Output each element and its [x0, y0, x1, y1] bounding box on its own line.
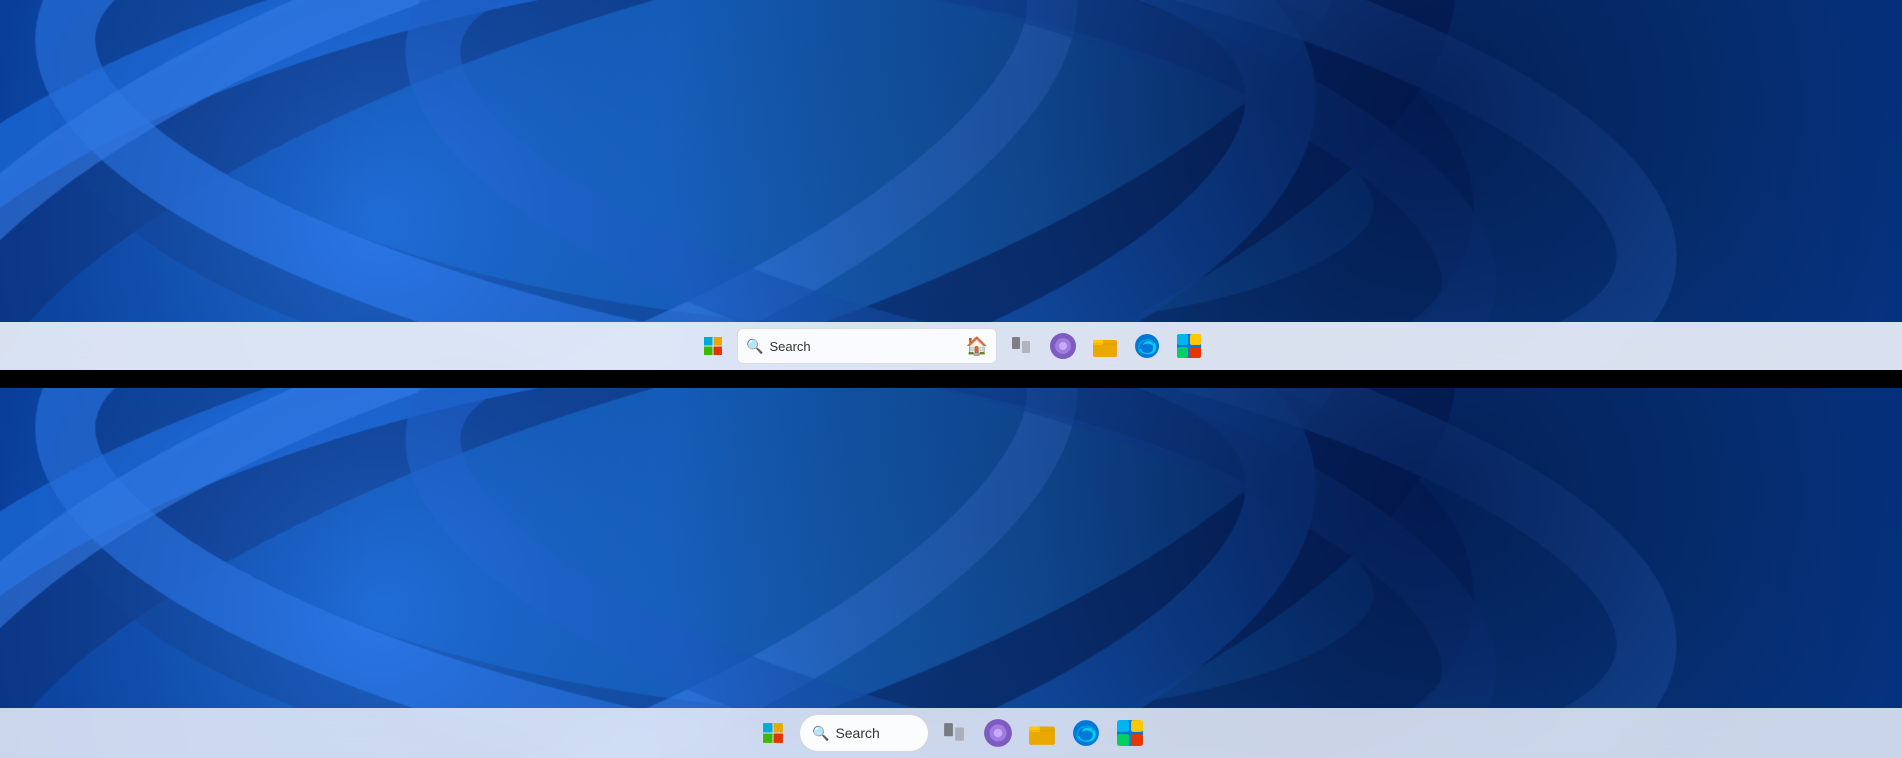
edge-svg-top: [1134, 333, 1160, 359]
taskbar-bottom: 🔍 Search: [0, 708, 1902, 758]
windows-logo-bottom-icon: [762, 722, 784, 744]
ms-store-svg-top: [1176, 333, 1202, 359]
search-bar-bottom[interactable]: 🔍 Search: [799, 714, 929, 752]
search-label-bottom: Search: [835, 725, 879, 741]
task-view-icon-top[interactable]: [1003, 328, 1039, 364]
task-view-icon-bottom[interactable]: [935, 714, 973, 752]
search-icon-top: 🔍: [746, 338, 763, 355]
search-label-top: Search: [769, 339, 959, 354]
bottom-screen: 🔍 Search: [0, 388, 1902, 758]
taskbar-top: 🔍 Search 🏠: [0, 322, 1902, 370]
webex-icon-bottom[interactable]: [979, 714, 1017, 752]
webex-svg-bottom: [983, 718, 1013, 748]
webex-svg-top: [1049, 332, 1077, 360]
wallpaper-top: [0, 0, 1902, 370]
windows-logo-icon: [703, 336, 723, 356]
task-view-svg-bottom: [943, 722, 965, 744]
start-button-bottom[interactable]: [753, 713, 793, 753]
search-icon-bottom: 🔍: [812, 725, 829, 742]
top-screen: 🔍 Search 🏠: [0, 0, 1902, 370]
edge-icon-top[interactable]: [1129, 328, 1165, 364]
ms-store-svg-bottom: [1116, 719, 1144, 747]
search-bar-top[interactable]: 🔍 Search 🏠: [737, 328, 997, 364]
separator-bar-1: [0, 370, 1902, 388]
file-explorer-svg-top: [1092, 334, 1118, 358]
ms-store-icon-top[interactable]: [1171, 328, 1207, 364]
file-explorer-icon-top[interactable]: [1087, 328, 1123, 364]
edge-svg-bottom: [1072, 719, 1100, 747]
edge-icon-bottom[interactable]: [1067, 714, 1105, 752]
task-view-svg-top: [1011, 336, 1031, 356]
start-button-top[interactable]: [695, 328, 731, 364]
file-explorer-svg-bottom: [1028, 720, 1056, 746]
ms-store-icon-bottom[interactable]: [1111, 714, 1149, 752]
webex-icon-top[interactable]: [1045, 328, 1081, 364]
lighthouse-icon-top: 🏠: [966, 336, 988, 357]
file-explorer-icon-bottom[interactable]: [1023, 714, 1061, 752]
wallpaper-bottom: [0, 388, 1902, 758]
